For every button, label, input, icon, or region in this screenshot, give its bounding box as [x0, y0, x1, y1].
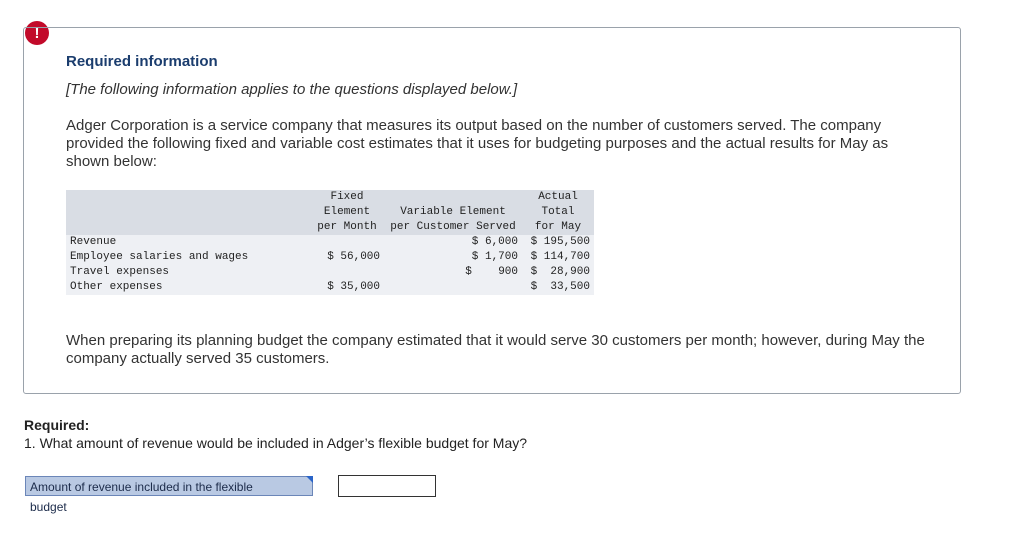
required-heading: Required:	[24, 417, 90, 433]
revenue-answer-input[interactable]	[338, 475, 436, 497]
row-variable: $ 6,000	[384, 235, 522, 250]
row-actual: $ 195,500	[522, 235, 594, 250]
table-row: Other expenses $ 35,000 $ 33,500	[66, 280, 594, 295]
table-header-fixed: Fixed Element per Month	[310, 190, 384, 235]
row-variable: $ 1,700	[384, 250, 522, 265]
info-subtitle: [The following information applies to th…	[66, 81, 518, 98]
row-label: Travel expenses	[66, 265, 310, 280]
row-fixed	[310, 235, 384, 250]
row-fixed: $ 56,000	[310, 250, 384, 265]
row-actual: $ 28,900	[522, 265, 594, 280]
row-actual: $ 33,500	[522, 280, 594, 295]
answer-row: Amount of revenue included in the flexib…	[25, 475, 436, 514]
row-fixed	[310, 265, 384, 280]
required-question: 1. What amount of revenue would be inclu…	[24, 435, 528, 451]
table-row: Employee salaries and wages $ 56,000 $ 1…	[66, 250, 594, 265]
required-information-panel: Required information [The following info…	[23, 27, 961, 394]
info-intro: Adger Corporation is a service company t…	[66, 117, 889, 170]
row-actual: $ 114,700	[522, 250, 594, 265]
info-note: When preparing its planning budget the c…	[66, 332, 925, 367]
row-variable	[384, 280, 522, 295]
table-header-variable: Variable Element per Customer Served	[384, 190, 522, 235]
answer-label-text: Amount of revenue included in the flexib…	[30, 480, 253, 514]
table-header-label	[66, 190, 310, 235]
table-row: Travel expenses $ 900 $ 28,900	[66, 265, 594, 280]
row-label: Other expenses	[66, 280, 310, 295]
row-variable: $ 900	[384, 265, 522, 280]
info-title: Required information	[66, 53, 218, 70]
row-label: Employee salaries and wages	[66, 250, 310, 265]
flag-icon	[306, 476, 313, 483]
table-row: Revenue $ 6,000 $ 195,500	[66, 235, 594, 250]
row-fixed: $ 35,000	[310, 280, 384, 295]
required-section: Required: 1. What amount of revenue woul…	[24, 416, 527, 452]
cost-estimates-table: Fixed Element per Month Variable Element…	[66, 190, 594, 295]
answer-label: Amount of revenue included in the flexib…	[25, 476, 313, 514]
row-label: Revenue	[66, 235, 310, 250]
table-header-actual: Actual Total for May	[522, 190, 594, 235]
